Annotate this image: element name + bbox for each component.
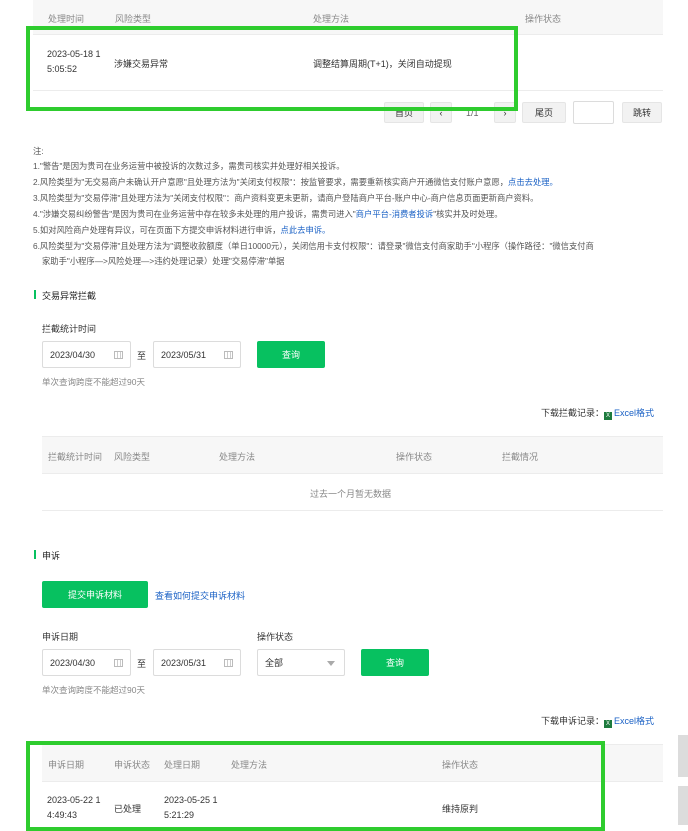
note-2-link[interactable]: 点击去处理。: [508, 177, 558, 187]
col-appeal-date: 申诉日期: [48, 760, 85, 770]
top-table-header: 处理时间 风险类型 处理方法 操作状态: [33, 0, 663, 34]
side-floating-tab[interactable]: [678, 786, 688, 825]
col-intercept-info: 拦截情况: [502, 452, 539, 462]
col-process-date: 处理日期: [164, 760, 201, 770]
calendar-icon: [114, 350, 123, 359]
note-line-2: 2.风险类型为"无交易商户未确认开户意愿"且处理方法为"关闭支付权限"：按监管要…: [33, 177, 558, 187]
appeal-row-proc-line2: 5:21:29: [164, 810, 195, 820]
col-process-method: 处理方法: [231, 760, 268, 770]
col-appeal-status: 申诉状态: [114, 760, 151, 770]
appeal-section-title: 申诉: [42, 551, 61, 561]
col-op-status: 操作状态: [396, 452, 433, 462]
note-line-6: 6.风险类型为"交易停滞"且处理方法为"调整收款额度（单日10000元），关闭信…: [33, 241, 594, 251]
col-op-status: 操作状态: [442, 760, 479, 770]
note-line-3: 3.风险类型为"交易停滞"且处理方法为"关闭支付权限"：商户资料变更未更新，请商…: [33, 193, 539, 203]
note-line-5: 5.如对风险商户处理有异议，可在页面下方提交申诉材料进行申诉，点此去申诉。: [33, 225, 331, 235]
appeal-row-date-line1: 2023-05-22 1: [47, 795, 101, 805]
appeal-row-op-status: 维持原判: [442, 804, 479, 814]
intercept-excel-link[interactable]: X Excel格式: [604, 408, 654, 420]
row-method: 调整结算周期(T+1)，关闭自动提现: [313, 59, 452, 69]
note-line-1: 1."警告"是因为贵司在业务运营中被投诉的次数过多，需贵司核实并处理好相关投诉。: [33, 161, 345, 171]
appeal-query-button[interactable]: 查询: [361, 649, 429, 676]
appeal-row-proc-line1: 2023-05-25 1: [164, 795, 218, 805]
calendar-icon: [114, 658, 123, 667]
intercept-end-date[interactable]: 2023/05/31: [153, 341, 241, 368]
intercept-table-header: 拦截统计时间 风险类型 处理方法 操作状态 拦截情况: [42, 437, 663, 473]
chevron-down-icon: [327, 661, 335, 666]
col-op-status: 操作状态: [525, 14, 562, 24]
prev-page-button[interactable]: ‹: [430, 102, 452, 123]
next-page-button[interactable]: ›: [494, 102, 516, 123]
appeal-end-date[interactable]: 2023/05/31: [153, 649, 241, 676]
note-5-link[interactable]: 点此去申诉。: [281, 225, 331, 235]
excel-icon: X: [604, 720, 613, 728]
intercept-section-bar: [34, 290, 36, 299]
col-risk-type: 风险类型: [114, 452, 151, 462]
col-process-time: 处理时间: [48, 14, 85, 24]
jump-button[interactable]: 跳转: [622, 102, 662, 123]
intercept-to-label: 至: [137, 351, 147, 361]
last-page-button[interactable]: 尾页: [522, 102, 566, 123]
row-time-line1: 2023-05-18 1: [47, 49, 101, 59]
row-risk-type: 涉嫌交易异常: [114, 59, 169, 69]
appeal-download: 下载申诉记录： X Excel格式: [541, 716, 655, 728]
side-floating-tab[interactable]: [678, 735, 688, 777]
appeal-hint: 单次查询跨度不能超过90天: [42, 685, 145, 695]
appeal-status-label: 操作状态: [257, 632, 294, 642]
appeal-status-select[interactable]: 全部: [257, 649, 345, 676]
intercept-download: 下载拦截记录： X Excel格式: [541, 408, 655, 420]
appeal-start-date[interactable]: 2023/04/30: [42, 649, 131, 676]
page-indicator: 1/1: [466, 108, 479, 118]
jump-page-input[interactable]: [573, 101, 614, 124]
notes-title: 注:: [33, 146, 44, 156]
col-intercept-time: 拦截统计时间: [48, 452, 103, 462]
calendar-icon: [224, 350, 233, 359]
col-process-method: 处理方法: [219, 452, 256, 462]
appeal-excel-link[interactable]: X Excel格式: [604, 716, 654, 728]
note-line-4: 4."涉嫌交易纠纷警告"是因为贵司在业务运营中存在较多未处理的用户投诉，需贵司进…: [33, 209, 503, 219]
appeal-to-label: 至: [137, 659, 147, 669]
row-time-line2: 5:05:52: [47, 64, 78, 74]
col-process-method: 处理方法: [313, 14, 350, 24]
intercept-time-label: 拦截统计时间: [42, 324, 97, 334]
excel-icon: X: [604, 412, 613, 420]
first-page-button[interactable]: 首页: [384, 102, 424, 123]
submit-appeal-button[interactable]: 提交申诉材料: [42, 581, 148, 608]
calendar-icon: [224, 658, 233, 667]
intercept-start-date[interactable]: 2023/04/30: [42, 341, 131, 368]
note-line-7: 家助手"小程序—>风险处理—>违约处理记录）处理"交易停滞"单据: [42, 256, 285, 266]
intercept-section-title: 交易异常拦截: [42, 291, 97, 301]
how-to-appeal-link[interactable]: 查看如何提交申诉材料: [155, 589, 245, 602]
appeal-date-label: 申诉日期: [42, 632, 79, 642]
note-4-link[interactable]: 商户平台-消费者投诉: [356, 209, 433, 219]
appeal-table-header: 申诉日期 申诉状态 处理日期 处理方法 操作状态: [42, 745, 663, 781]
appeal-row-status: 已处理: [114, 804, 142, 814]
appeal-row-date-line2: 4:49:43: [47, 810, 78, 820]
intercept-hint: 单次查询跨度不能超过90天: [42, 377, 145, 387]
intercept-empty-text: 过去一个月暂无数据: [310, 489, 392, 499]
col-risk-type: 风险类型: [115, 14, 152, 24]
appeal-section-bar: [34, 550, 36, 559]
intercept-query-button[interactable]: 查询: [257, 341, 325, 368]
